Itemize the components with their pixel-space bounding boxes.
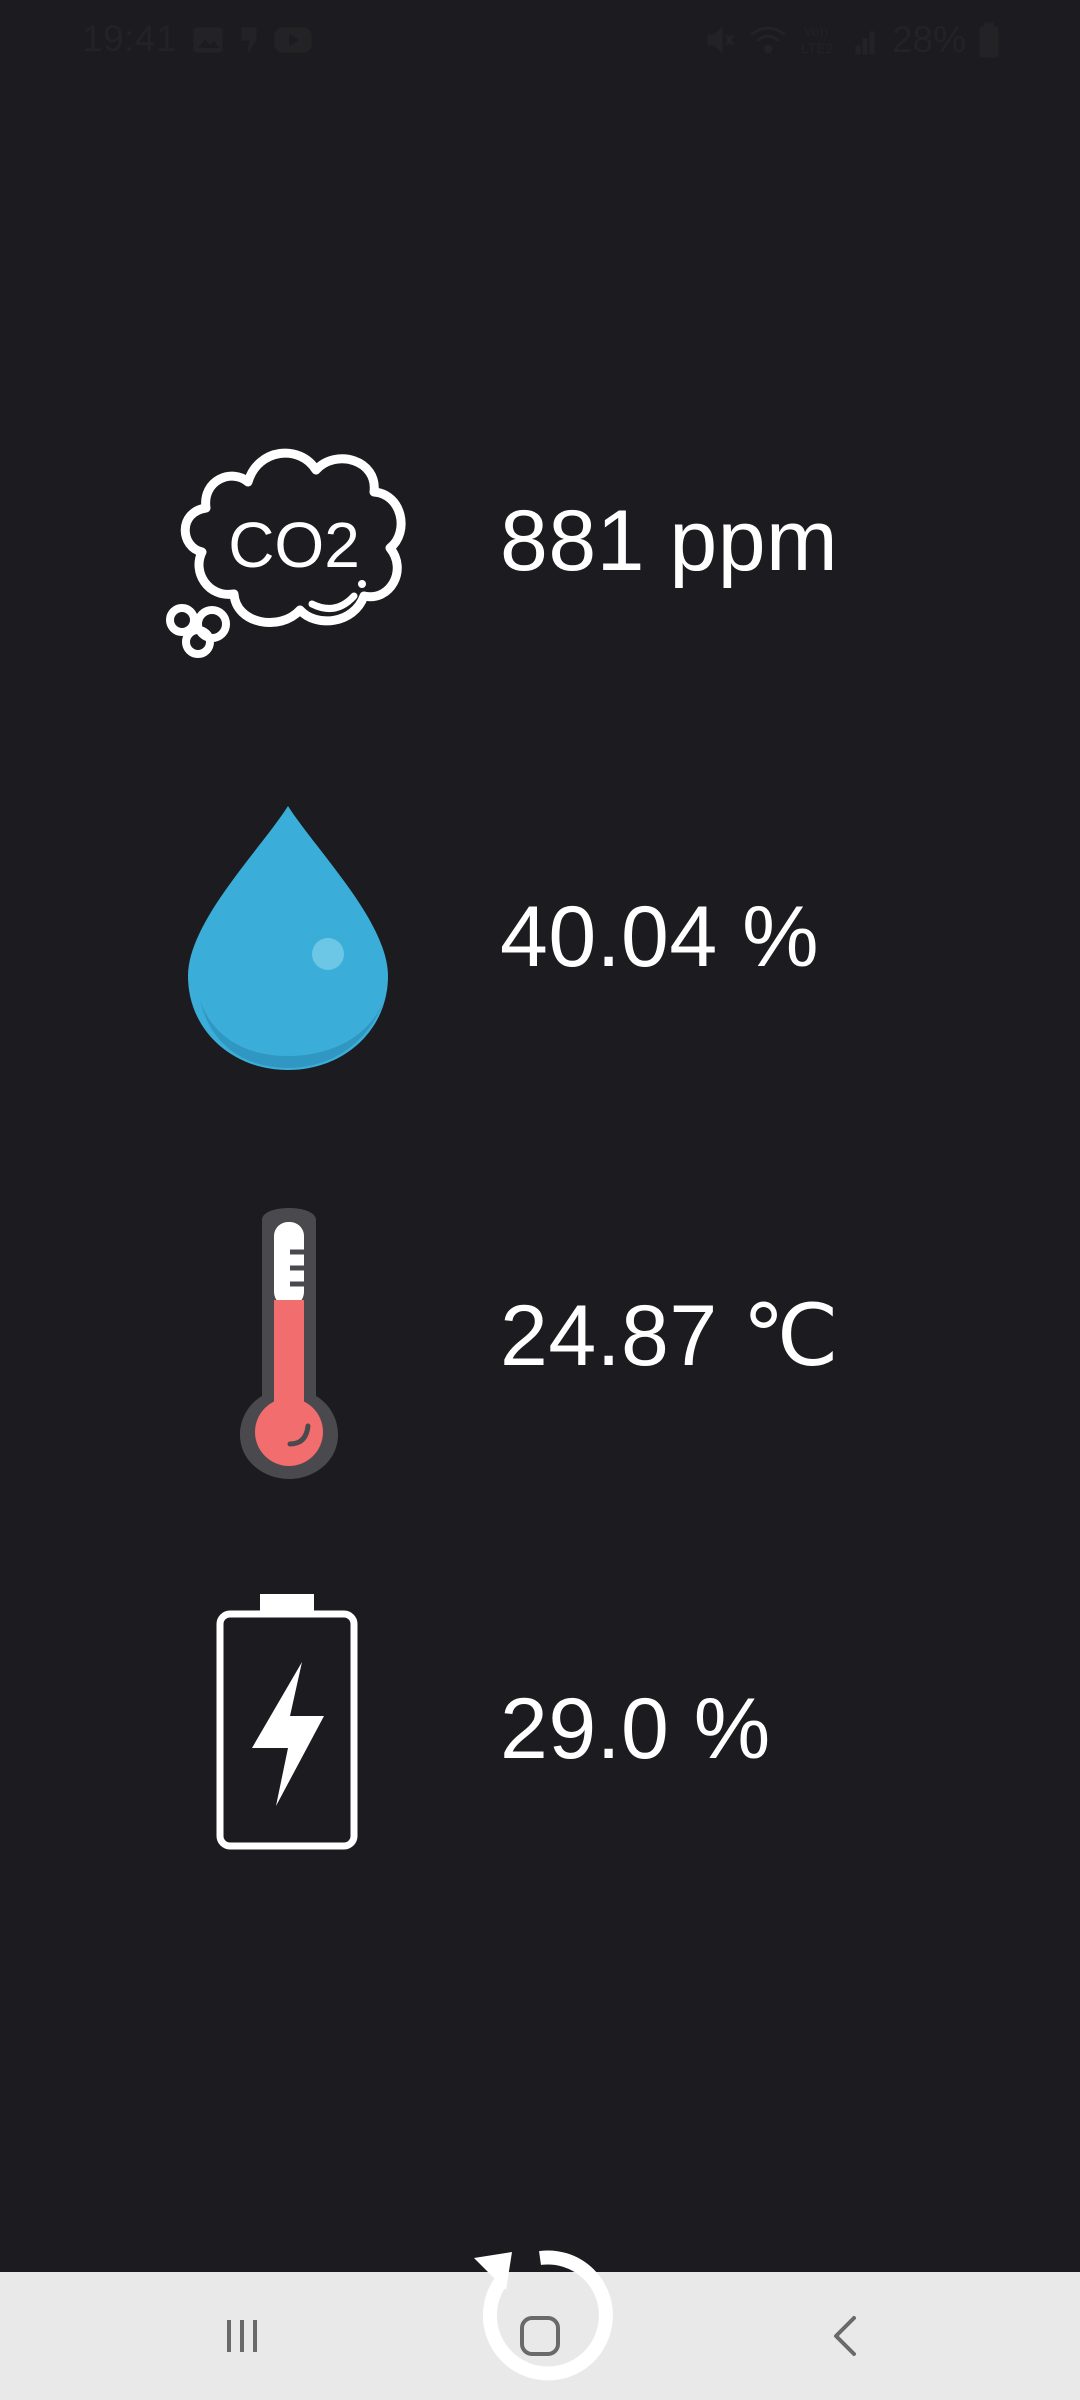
youtube-icon — [274, 27, 312, 53]
reading-battery: 29.0 % — [0, 1580, 1080, 1880]
status-right-icons: Vo)) LTE2 28% — [702, 18, 1000, 62]
recent-apps-icon — [227, 2320, 257, 2352]
water-drop-icon — [188, 806, 388, 1070]
gallery-icon — [193, 27, 223, 53]
reading-humidity: 40.04 % — [0, 790, 1080, 1090]
co2-icon-text: CO2 — [228, 509, 360, 581]
back-icon — [834, 2316, 856, 2356]
battery-value: 29.0 % — [500, 1681, 771, 1777]
status-bar: 19:41 Vo)) LTE2 28% — [0, 0, 1080, 80]
status-time: 19:41 — [82, 18, 178, 59]
reading-temperature: 24.87 ℃ — [0, 1186, 1080, 1486]
svg-text:LTE2: LTE2 — [801, 40, 834, 56]
reading-co2: CO2 881 ppm — [0, 392, 1080, 692]
volte-lte2-icon: Vo)) LTE2 — [801, 24, 834, 56]
battery-charging-icon — [216, 1594, 358, 1850]
back-button[interactable] — [766, 2272, 926, 2400]
svg-text:Vo)): Vo)) — [804, 24, 828, 39]
humidity-value: 40.04 % — [500, 889, 820, 985]
battery-percent-text: 28% — [891, 19, 966, 60]
temperature-value: 24.87 ℃ — [500, 1288, 840, 1384]
battery-icon — [979, 22, 999, 58]
recent-apps-button[interactable] — [162, 2272, 322, 2400]
refresh-icon[interactable] — [462, 2238, 618, 2394]
notification-icon — [241, 27, 257, 53]
thermometer-icon — [239, 1208, 339, 1479]
wifi-calling-icon — [749, 26, 786, 54]
status-left-icons — [192, 20, 312, 60]
co2-value: 881 ppm — [500, 493, 839, 589]
co2-cloud-icon: CO2 — [166, 448, 406, 658]
mute-icon — [707, 26, 735, 54]
signal-icon — [855, 31, 875, 55]
